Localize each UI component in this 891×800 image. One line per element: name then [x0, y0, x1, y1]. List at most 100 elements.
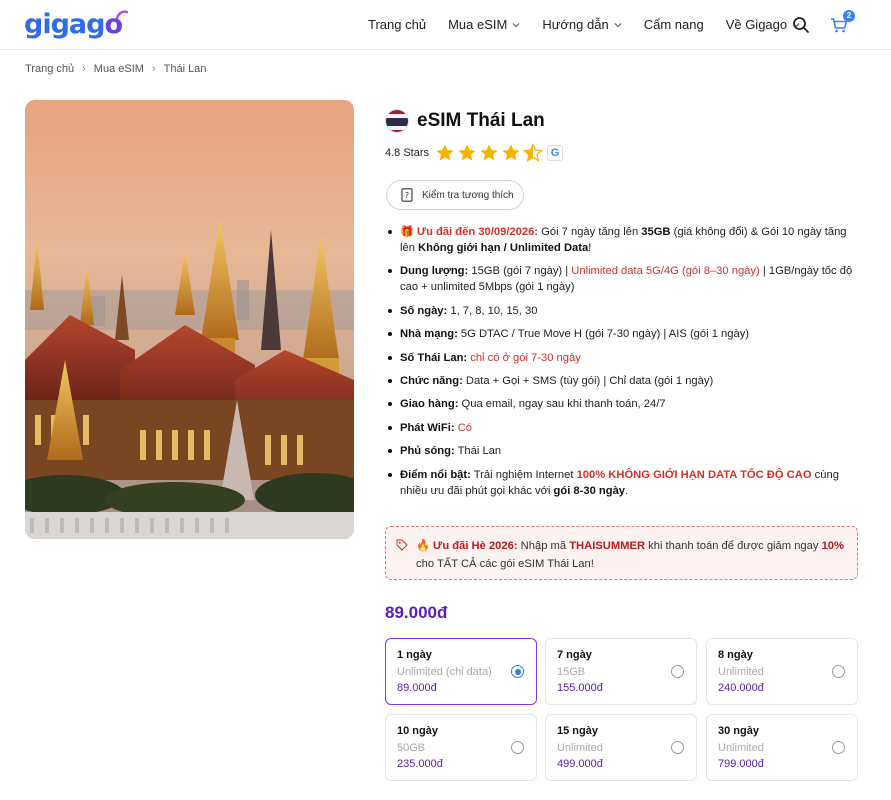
- nav-label: Về Gigago: [725, 17, 788, 32]
- nav-item-handbook[interactable]: Cẩm nang: [644, 16, 704, 34]
- spec-thai-number: Số Thái Lan: chỉ có ở gói 7-30 ngày: [388, 350, 858, 366]
- promo-percent: 10%: [821, 540, 844, 552]
- promo-text: khi thanh toán để được giảm ngay: [645, 540, 822, 552]
- main-nav: Trang chủ Mua eSIM Hướng dẫn Cẩm nang Về…: [368, 16, 822, 34]
- plan-price: 799.000đ: [718, 758, 764, 770]
- plan-price: 240.000đ: [718, 682, 764, 694]
- search-icon[interactable]: [791, 15, 811, 35]
- promo-banner: 🔥 Ưu đãi Hè 2026: Nhập mã THAISUMMER khi…: [385, 526, 858, 580]
- selected-price: 89.000đ: [385, 603, 448, 622]
- promo-code[interactable]: THAISUMMER: [569, 540, 645, 552]
- plan-radio[interactable]: [671, 741, 684, 754]
- plan-option-8-days[interactable]: 8 ngày Unlimited 240.000đ: [706, 638, 858, 705]
- spec-offer: 🎁 Ưu đãi đến 30/09/2026: Gói 7 ngày tăng…: [388, 224, 858, 256]
- chevron-down-icon: [614, 23, 622, 28]
- plan-option-10-days[interactable]: 10 ngày 50GB 235.000đ: [385, 714, 537, 781]
- plan-price: 235.000đ: [397, 758, 443, 770]
- tag-icon: [396, 539, 408, 551]
- plan-price: 89.000đ: [397, 682, 437, 694]
- plan-name: 30 ngày: [718, 725, 759, 737]
- half-star-icon: [523, 143, 544, 162]
- spec-text: 5G DTAC / True Move H (gói 7-30 ngày) | …: [457, 328, 750, 341]
- plan-option-15-days[interactable]: 15 ngày Unlimited 499.000đ: [545, 714, 697, 781]
- chevron-down-icon: [512, 23, 520, 28]
- check-compatibility-button[interactable]: ? Kiểm tra tương thích: [386, 180, 524, 210]
- star-icon: [502, 144, 520, 161]
- spec-highlight: Điểm nổi bật: Trải nghiệm Internet 100% …: [388, 467, 858, 499]
- plan-option-1-day[interactable]: 1 ngày Unlimited (chỉ data) 89.000đ: [385, 638, 537, 705]
- spec-text: Trải nghiệm Internet: [470, 468, 577, 481]
- promo-text: Nhập mã: [517, 540, 570, 552]
- gift-icon: 🎁: [400, 226, 414, 238]
- spec-function: Chức năng: Data + Gọi + SMS (tùy gói) | …: [388, 373, 858, 389]
- breadcrumb: Trang chủ › Mua eSIM › Thái Lan: [25, 63, 206, 75]
- plan-price: 155.000đ: [557, 682, 603, 694]
- spec-wifi: Phát WiFi: Có: [388, 420, 858, 436]
- star-icon: [480, 144, 498, 161]
- cart-count-badge: 2: [843, 10, 855, 22]
- nav-item-about[interactable]: Về Gigago: [726, 16, 800, 34]
- spec-carrier: Nhà mạng: 5G DTAC / True Move H (gói 7-3…: [388, 326, 858, 342]
- site-logo[interactable]: gigago: [24, 9, 129, 40]
- plan-name: 8 ngày: [718, 649, 753, 661]
- promo-text: cho TẤT CẢ các gói eSIM Thái Lan!: [416, 558, 594, 570]
- spec-text: Qua email, ngay sau khi thanh toán, 24/7: [458, 398, 666, 411]
- product-specs-list: 🎁 Ưu đãi đến 30/09/2026: Gói 7 ngày tăng…: [388, 224, 858, 506]
- nav-item-buy-esim[interactable]: Mua eSIM: [448, 16, 520, 34]
- spec-text: Gói 7 ngày tăng lên: [538, 226, 642, 238]
- plan-radio[interactable]: [511, 665, 524, 678]
- fire-icon: 🔥: [416, 540, 430, 552]
- plan-radio[interactable]: [832, 741, 845, 754]
- nav-label: Cẩm nang: [643, 17, 704, 32]
- plan-option-7-days[interactable]: 7 ngày 15GB 155.000đ: [545, 638, 697, 705]
- plan-radio[interactable]: [832, 665, 845, 678]
- product-image: [25, 100, 354, 539]
- spec-highlight: chỉ có ở gói 7-30 ngày: [467, 351, 581, 364]
- spec-label: Phủ sóng:: [400, 445, 455, 458]
- nav-item-home[interactable]: Trang chủ: [368, 16, 426, 34]
- spec-label: Nhà mạng:: [400, 328, 458, 341]
- spec-text: Thái Lan: [454, 445, 502, 458]
- plan-name: 10 ngày: [397, 725, 438, 737]
- logo-text: gigago: [24, 9, 123, 40]
- spec-coverage: Phủ sóng: Thái Lan: [388, 443, 858, 459]
- breadcrumb-current: Thái Lan: [163, 63, 207, 75]
- product-title-row: eSIM Thái Lan: [385, 109, 545, 133]
- nav-label: Mua eSIM: [448, 17, 508, 32]
- spec-label: Dung lượng:: [400, 265, 469, 278]
- spec-highlight: Có: [454, 421, 473, 434]
- spec-highlight: Unlimited data 5G/4G (gói 8–30 ngày): [571, 265, 760, 278]
- chevron-right-icon: ›: [82, 63, 86, 75]
- thailand-flag-icon: [385, 109, 409, 133]
- rating-row: 4.8 Stars G: [385, 143, 564, 163]
- spec-text: !: [588, 242, 592, 254]
- phone-check-icon: ?: [401, 188, 413, 202]
- nav-item-guide[interactable]: Hướng dẫn: [542, 16, 622, 34]
- plan-option-30-days[interactable]: 30 ngày Unlimited 799.000đ: [706, 714, 858, 781]
- plan-price: 499.000đ: [557, 758, 603, 770]
- promo-label: Ưu đãi Hè 2026:: [433, 540, 518, 552]
- plan-name: 1 ngày: [397, 649, 432, 661]
- plan-radio[interactable]: [511, 741, 524, 754]
- spec-capacity: Dung lượng: 15GB (gói 7 ngày) | Unlimite…: [388, 263, 858, 295]
- spec-label: Ưu đãi đến 30/09/2026:: [416, 226, 539, 238]
- breadcrumb-home[interactable]: Trang chủ: [25, 63, 74, 75]
- nav-label: Hướng dẫn: [542, 17, 609, 32]
- logo-swoosh-icon: [116, 10, 129, 20]
- spec-label: Số Thái Lan:: [400, 351, 468, 364]
- spec-text: 15GB (gói 7 ngày) |: [468, 265, 572, 278]
- google-icon: G: [547, 145, 564, 161]
- svg-text:?: ?: [405, 191, 409, 200]
- star-rating: [435, 143, 545, 163]
- spec-label: Chức năng:: [400, 374, 463, 387]
- product-title: eSIM Thái Lan: [417, 110, 545, 131]
- spec-bold: Không giới hạn / Unlimited Data: [418, 242, 589, 254]
- chevron-right-icon: ›: [151, 63, 156, 75]
- spec-text: Data + Gọi + SMS (tùy gói) | Chỉ data (g…: [462, 374, 714, 387]
- rating-text: 4.8 Stars: [385, 147, 430, 159]
- plan-radio[interactable]: [671, 665, 684, 678]
- spec-text: .: [625, 484, 629, 497]
- site-header: gigago Trang chủ Mua eSIM Hướng dẫn Cẩm …: [0, 0, 891, 50]
- spec-delivery: Giao hàng: Qua email, ngay sau khi thanh…: [388, 396, 858, 412]
- breadcrumb-buy-esim[interactable]: Mua eSIM: [94, 63, 144, 75]
